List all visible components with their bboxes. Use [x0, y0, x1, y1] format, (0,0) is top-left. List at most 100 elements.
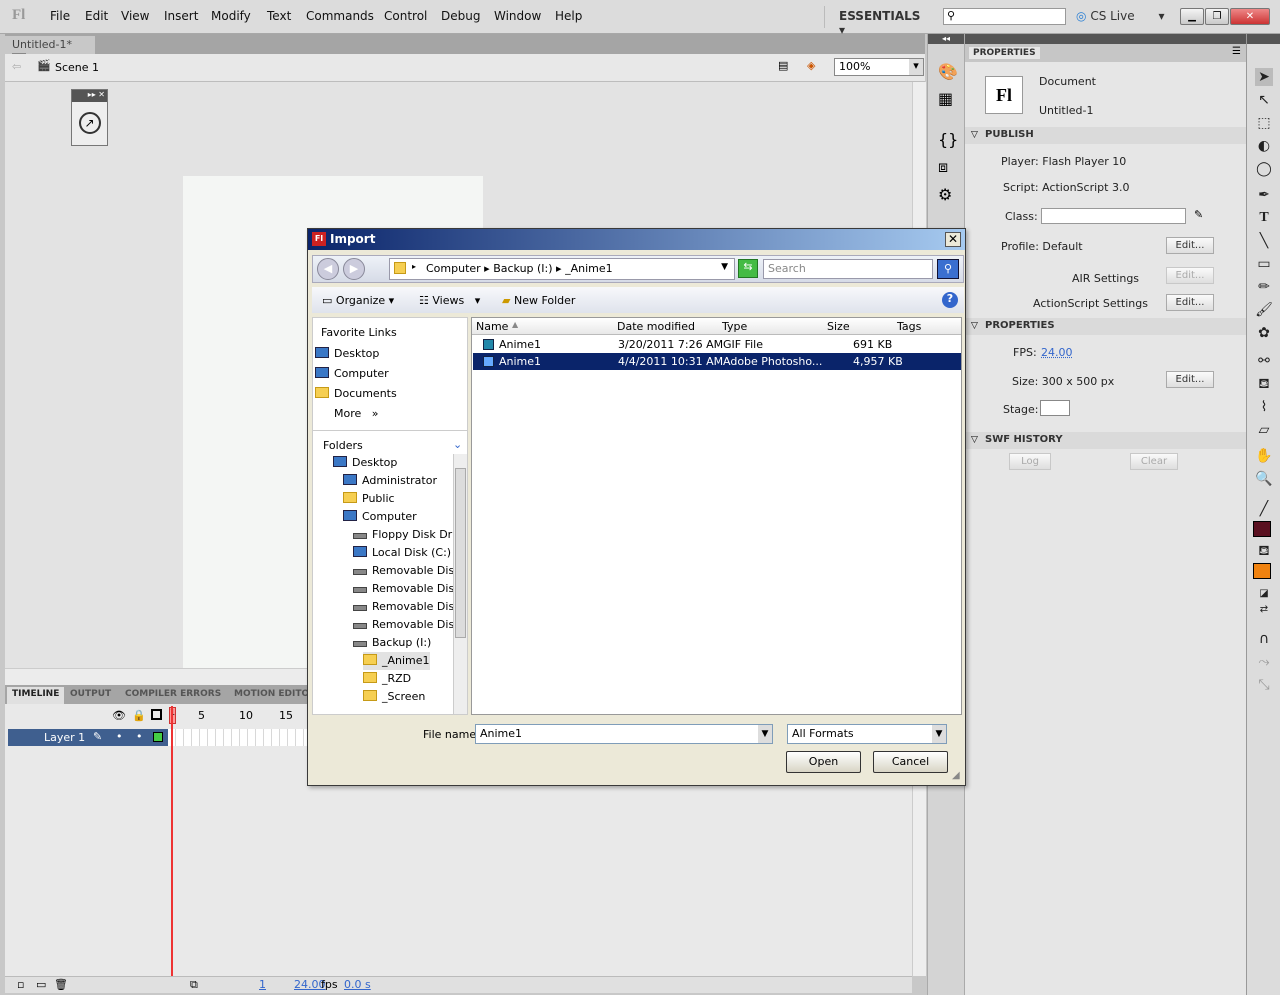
breadcrumb-computer[interactable]: Computer [426, 262, 481, 275]
eye-icon[interactable]: 👁 [112, 709, 126, 722]
column-size[interactable]: Size [823, 320, 850, 333]
smooth-icon[interactable]: ⤳ [1255, 653, 1273, 671]
folder-tree-item[interactable]: _Screen [363, 688, 425, 706]
tab-output[interactable]: OUTPUT [65, 687, 116, 704]
tab-compiler-errors[interactable]: COMPILER ERRORS [120, 687, 226, 704]
forward-button[interactable]: ▶ [343, 258, 365, 280]
folder-tree-scrollbar[interactable] [453, 454, 467, 714]
menu-text[interactable]: Text [267, 9, 291, 23]
favorite-desktop[interactable]: Desktop [315, 345, 379, 363]
deco-tool-icon[interactable]: ✿ [1255, 324, 1273, 342]
edit-scene-icon[interactable]: ▤ [778, 59, 788, 72]
favorite-computer[interactable]: Computer [315, 365, 389, 383]
dropdown-icon[interactable]: ▼ [932, 725, 946, 743]
folder-tree-item[interactable]: Local Disk (C:) [353, 544, 451, 562]
folders-title[interactable]: Folders [323, 439, 363, 452]
folder-tree-item[interactable]: Removable Disk [353, 562, 454, 580]
folder-tree-item[interactable]: Removable Disk [353, 598, 454, 616]
layer-row[interactable]: Layer 1 ✎ • • [8, 729, 168, 746]
menu-file[interactable]: File [50, 9, 70, 23]
format-select[interactable]: All Formats ▼ [787, 724, 947, 744]
menu-window[interactable]: Window [494, 9, 541, 23]
motion-preset-icon[interactable]: ↗ [78, 112, 101, 134]
folder-tree-item[interactable]: Administrator [343, 472, 437, 490]
paint-bucket-icon[interactable]: ⛾ [1255, 375, 1273, 393]
text-tool-icon[interactable]: T [1255, 209, 1273, 227]
minimize-button[interactable]: ▁ [1180, 8, 1204, 25]
folder-tree-item[interactable]: Removable Disk [353, 580, 454, 598]
publish-section[interactable]: PUBLISH [965, 127, 1247, 144]
lock-dot[interactable]: • [136, 730, 143, 743]
clear-button[interactable]: Clear [1130, 453, 1178, 470]
breadcrumb-anime1[interactable]: _Anime1 [565, 262, 613, 275]
3d-rotation-icon[interactable]: ◐ [1255, 137, 1273, 155]
breadcrumb-backup[interactable]: Backup (I:) [493, 262, 552, 275]
components-icon[interactable]: ⚙ [938, 185, 964, 204]
dialog-titlebar[interactable]: Fl Import [308, 229, 965, 250]
selection-tool-icon[interactable]: ➤ [1255, 68, 1273, 86]
fill-color-swatch[interactable] [1253, 563, 1271, 579]
dialog-search-input[interactable]: Search [763, 259, 933, 279]
help-search-input[interactable]: ⚲ [943, 8, 1066, 25]
folder-tree-item[interactable]: _RZD [363, 670, 411, 688]
straighten-icon[interactable]: ⤡ [1255, 676, 1273, 694]
stroke-color-swatch[interactable] [1253, 521, 1271, 537]
back-arrow-icon[interactable]: ⇦ [12, 60, 21, 73]
panel-menu-icon[interactable]: ☰ [1232, 46, 1241, 57]
properties-panel-grip[interactable] [965, 34, 1247, 44]
column-tags[interactable]: Tags [893, 320, 921, 333]
pen-tool-icon[interactable]: ✒ [1255, 186, 1273, 204]
line-tool-icon[interactable]: ╲ [1255, 232, 1273, 250]
eraser-icon[interactable]: ▱ [1255, 421, 1273, 439]
swf-history-section[interactable]: SWF HISTORY [965, 432, 1247, 449]
file-row[interactable]: Anime1 4/4/2011 10:31 AM Adobe Photosho...… [473, 353, 961, 370]
playhead[interactable] [171, 706, 173, 976]
eyedropper-icon[interactable]: ⌇ [1255, 398, 1273, 416]
air-edit-button[interactable]: Edit... [1166, 267, 1214, 284]
file-row[interactable]: Anime1 3/20/2011 7:26 AM GIF File 691 KB [473, 336, 961, 353]
folder-tree-item[interactable]: Floppy Disk Drive [353, 526, 454, 544]
trash-icon[interactable]: 🗑 [54, 978, 68, 991]
new-folder-button[interactable]: ▰ New Folder [502, 294, 575, 307]
size-edit-button[interactable]: Edit... [1166, 371, 1214, 388]
layer-color-swatch[interactable] [153, 732, 163, 742]
outline-icon[interactable] [151, 709, 162, 720]
menu-commands[interactable]: Commands [306, 9, 374, 23]
folder-tree-item[interactable]: Removable Disk [353, 616, 454, 634]
open-button[interactable]: Open [786, 751, 861, 773]
zoom-tool-icon[interactable]: 🔍 [1255, 470, 1273, 488]
search-icon[interactable]: ⚲ [937, 259, 959, 279]
log-button[interactable]: Log [1009, 453, 1051, 470]
bone-tool-icon[interactable]: ⚯ [1255, 352, 1273, 370]
column-date[interactable]: Date modified [613, 320, 695, 333]
lasso-icon[interactable]: ◯ [1255, 160, 1273, 178]
menu-insert[interactable]: Insert [164, 9, 198, 23]
properties-section[interactable]: PROPERTIES [965, 318, 1247, 335]
dialog-close-button[interactable]: ✕ [945, 232, 961, 247]
tools-grip[interactable] [1247, 34, 1280, 44]
cs-live-button[interactable]: ◎ CS Live ▾ [1076, 9, 1165, 23]
pencil-tool-icon[interactable]: ✏ [1255, 278, 1273, 296]
breadcrumb-dropdown-icon[interactable]: ▼ [721, 262, 728, 272]
favorite-more[interactable]: More » [334, 405, 379, 423]
tab-timeline[interactable]: TIMELINE [7, 687, 65, 704]
lock-icon[interactable]: 🔒 [132, 709, 146, 722]
hand-tool-icon[interactable]: ✋ [1255, 447, 1273, 465]
cancel-button[interactable]: Cancel [873, 751, 948, 773]
dropdown-icon[interactable]: ▼ [758, 725, 772, 743]
back-button[interactable]: ◀ [317, 258, 339, 280]
elapsed-time[interactable]: 0.0 s [344, 978, 371, 991]
column-type[interactable]: Type [718, 320, 747, 333]
column-name[interactable]: Name [472, 320, 508, 333]
visibility-dot[interactable]: • [116, 730, 123, 743]
zoom-select[interactable]: 100% ▾ [834, 58, 924, 76]
menu-edit[interactable]: Edit [85, 9, 108, 23]
menu-control[interactable]: Control [384, 9, 427, 23]
library-icon[interactable]: ⧈ [938, 157, 964, 177]
help-icon[interactable]: ? [942, 292, 958, 308]
folder-tree-item[interactable]: Backup (I:) [353, 634, 431, 652]
swatches-icon[interactable]: ▦ [938, 89, 964, 108]
rectangle-tool-icon[interactable]: ▭ [1255, 255, 1273, 273]
properties-tab[interactable]: PROPERTIES [969, 47, 1040, 59]
menu-help[interactable]: Help [555, 9, 582, 23]
